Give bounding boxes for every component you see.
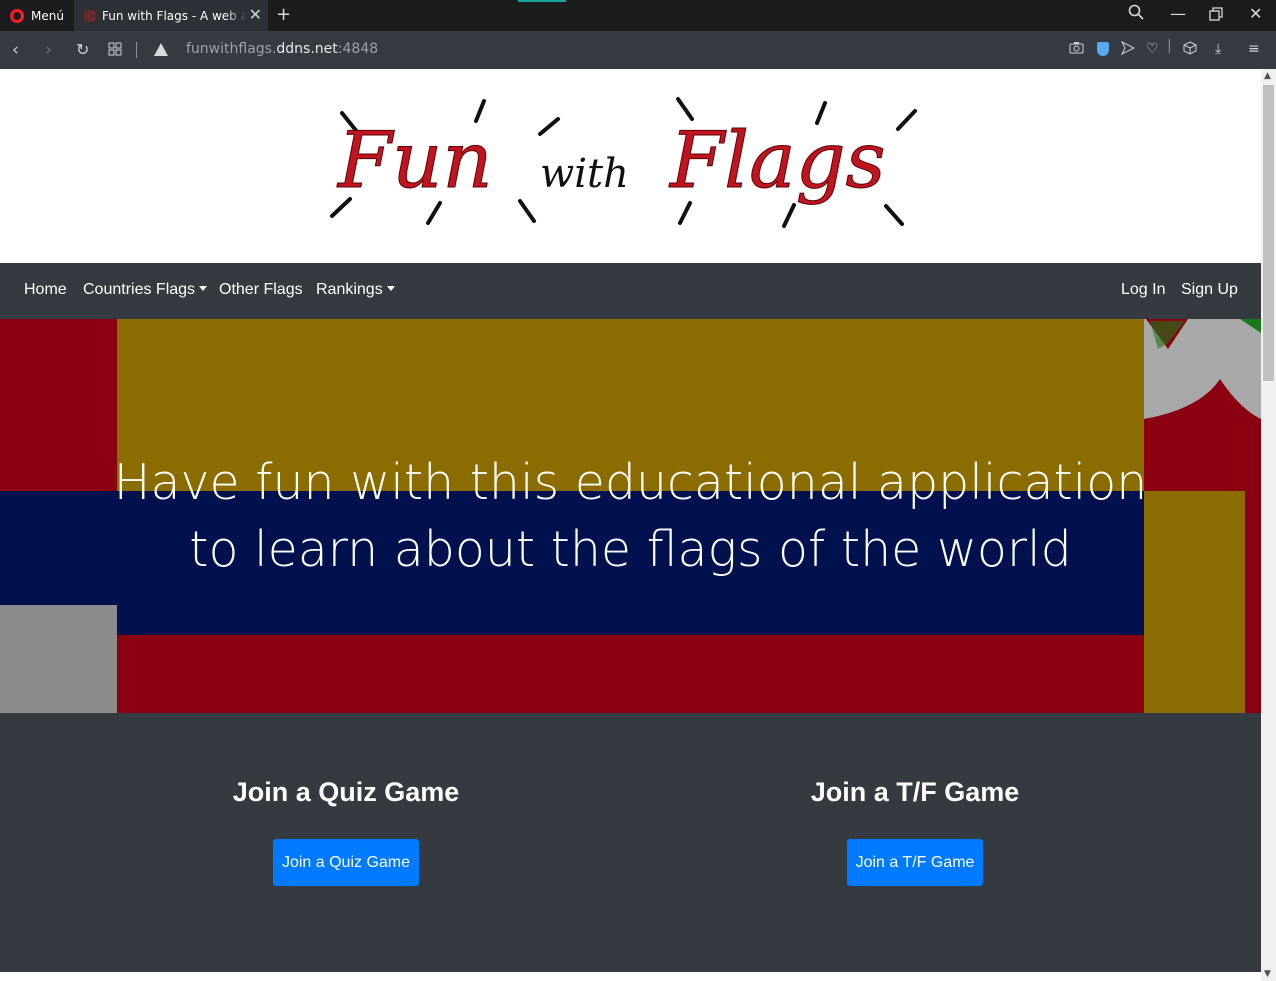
tab-title: Fun with Flags - A web app [102,8,247,23]
quiz-game-heading: Join a Quiz Game [232,777,460,807]
bottom-strip [0,972,1261,981]
caret-down-icon [199,286,208,291]
logo-fun-text: Fun [336,116,493,206]
url-host: funwithflags. [186,41,277,57]
snapshot-icon[interactable] [1069,41,1084,58]
tab-favicon-icon [84,9,96,22]
scroll-thumb[interactable] [1263,85,1274,381]
send-icon[interactable] [1120,40,1136,59]
new-tab-icon[interactable]: + [276,4,291,25]
hero-line-1: Have fun with this educational applicati… [113,454,1148,511]
logo-flags-text: Flags [668,116,886,206]
fun-with-flags-logo[interactable]: Fun with Flags [320,91,930,241]
browser-tab-bar: Menú Fun with Flags - A web app ✕ + — ✕ [0,0,1276,31]
reload-icon[interactable]: ↻ [76,40,89,60]
opera-logo-icon [10,8,24,23]
toolbar-separator: | [1167,38,1172,54]
caret-down-icon [386,286,395,291]
close-window-icon[interactable]: ✕ [1249,4,1262,23]
site-header: Fun with Flags [0,69,1261,263]
nav-countries-flags-dropdown[interactable]: Countries Flags [83,281,208,299]
scroll-down-icon[interactable]: ▼ [1264,969,1271,979]
hero-line-2: to learn about the flags of the world [189,521,1072,578]
nav-countries-flags-label: Countries Flags [83,281,196,298]
nav-rankings-label: Rankings [316,281,383,298]
easy-setup-icon[interactable]: ≡ [1248,41,1260,57]
opera-menu-button[interactable]: Menú [0,0,74,31]
not-secure-warning-icon[interactable] [154,43,168,56]
search-tabs-icon[interactable] [1128,4,1144,24]
menu-label: Menú [31,8,64,23]
back-icon[interactable]: ‹ [12,40,19,60]
minimize-icon[interactable]: — [1170,4,1186,23]
tf-game-heading: Join a T/F Game [810,777,1020,807]
join-games-section: Join a Quiz Game Join a Quiz Game Join a… [0,713,1261,972]
nav-home[interactable]: Home [24,281,67,299]
nav-sign-up[interactable]: Sign Up [1181,281,1238,299]
extensions-cube-icon[interactable] [1183,41,1197,59]
address-separator [136,42,137,58]
scroll-up-icon[interactable]: ▲ [1264,71,1271,81]
join-quiz-game-button[interactable]: Join a Quiz Game [273,839,419,886]
nav-other-flags[interactable]: Other Flags [219,281,303,299]
url-domain: ddns.net [276,41,338,57]
url-field[interactable]: funwithflags.ddns.net:4848 [186,41,378,57]
web-page: Fun with Flags Home Countries Flags Othe… [0,69,1261,972]
close-tab-icon[interactable]: ✕ [249,6,262,24]
download-icon[interactable]: ⤓ [1215,41,1221,57]
hero-carousel: Have fun with this educational applicati… [0,319,1261,713]
join-tf-game-button[interactable]: Join a T/F Game [847,839,983,886]
speed-dial-icon[interactable] [108,41,122,61]
hero-headline: Have fun with this educational applicati… [0,449,1261,583]
bookmark-heart-icon[interactable]: ♡ [1146,41,1159,57]
address-bar: ‹ › ↻ funwithflags.ddns.net:4848 ♡ | ⤓ ≡ [0,31,1276,69]
adblock-shield-icon[interactable] [1097,42,1109,56]
logo-with-text: with [540,151,629,197]
active-tab[interactable]: Fun with Flags - A web app ✕ [74,0,268,31]
url-port: :4848 [337,41,379,57]
page-scrollbar[interactable]: ▲ ▼ [1261,69,1276,981]
restore-icon[interactable] [1209,6,1223,25]
nav-log-in[interactable]: Log In [1121,281,1165,299]
nav-rankings-dropdown[interactable]: Rankings [316,281,395,299]
main-navbar: Home Countries Flags Other Flags Ranking… [0,263,1261,319]
tab-accent-line [518,0,566,2]
forward-icon[interactable]: › [45,40,52,60]
